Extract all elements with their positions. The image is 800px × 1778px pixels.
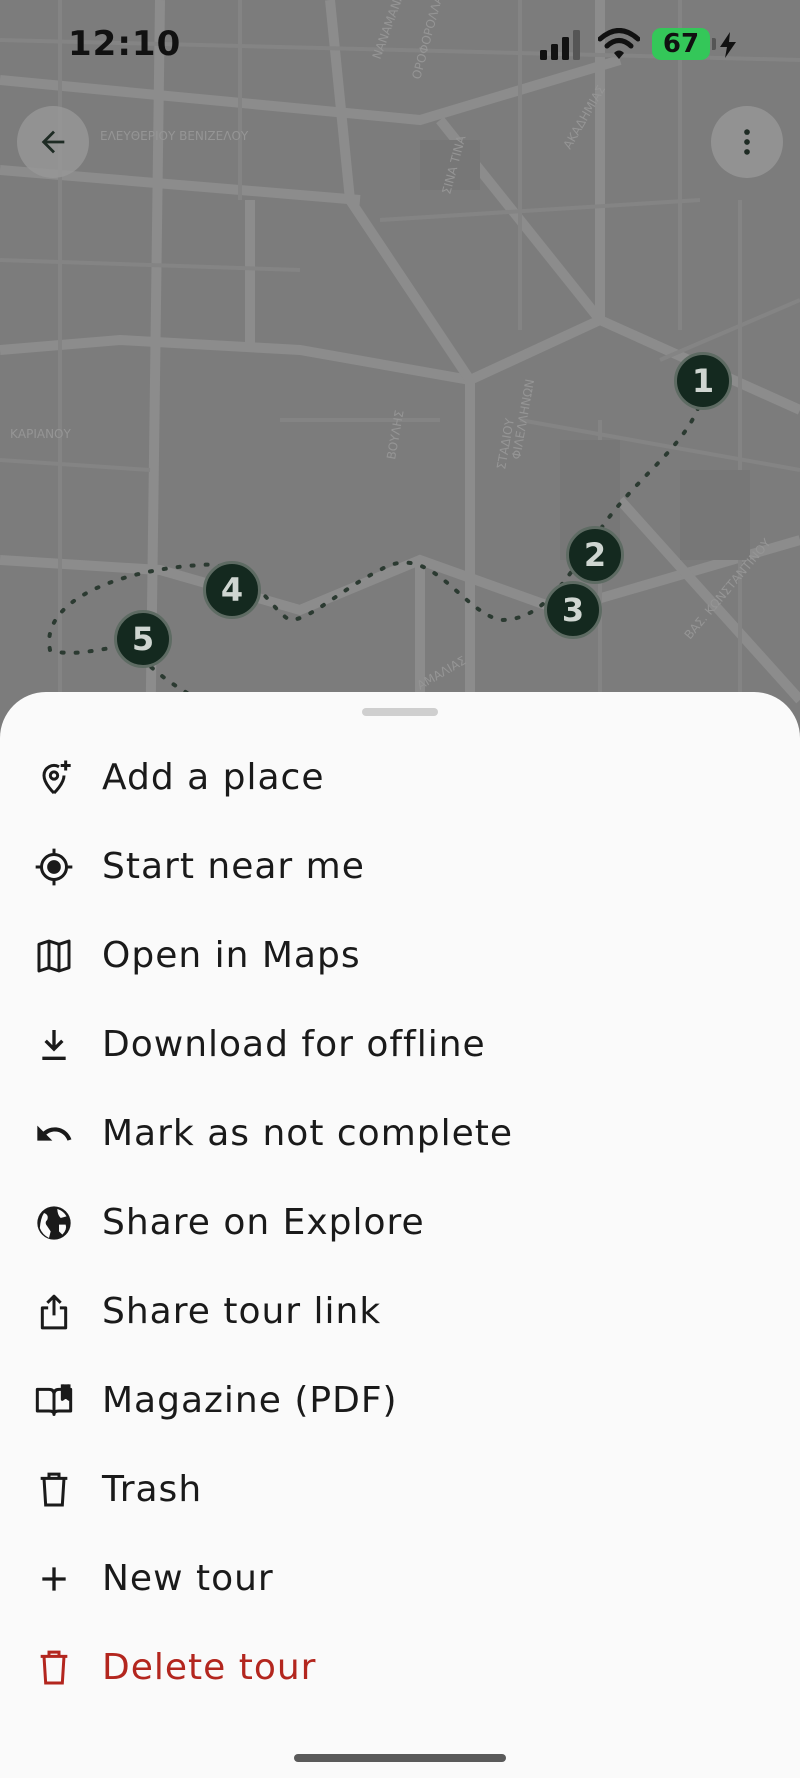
delete-icon (32, 1646, 76, 1690)
map-marker-5[interactable]: 5 (114, 610, 172, 668)
menu-item-label: Add a place (102, 757, 325, 798)
my-location-icon (32, 845, 76, 889)
more-vert-icon (744, 129, 750, 155)
menu-item-new-tour[interactable]: New tour (0, 1534, 800, 1623)
map-marker-3[interactable]: 3 (544, 581, 602, 639)
marker-number: 2 (583, 536, 607, 574)
arrow-back-icon (41, 130, 65, 154)
wifi-icon (598, 28, 640, 59)
battery-tip (712, 38, 716, 50)
status-time: 12:10 (68, 24, 182, 64)
menu-item-start-near-me[interactable]: Start near me (0, 822, 800, 911)
sheet-drag-handle[interactable] (362, 708, 438, 716)
map-marker-1[interactable]: 1 (674, 352, 732, 410)
menu-item-share-tour-link[interactable]: Share tour link (0, 1267, 800, 1356)
menu-item-label: Delete tour (102, 1647, 317, 1688)
trash-icon (32, 1468, 76, 1512)
menu-item-delete-tour[interactable]: Delete tour (0, 1623, 800, 1712)
marker-number: 5 (131, 620, 155, 658)
book-icon (32, 1379, 76, 1423)
menu-item-download-offline[interactable]: Download for offline (0, 1000, 800, 1089)
menu-item-open-in-maps[interactable]: Open in Maps (0, 911, 800, 1000)
menu-item-label: Mark as not complete (102, 1113, 514, 1154)
download-icon (32, 1023, 76, 1067)
menu-item-label: Magazine (PDF) (102, 1380, 398, 1421)
menu-item-label: Share tour link (102, 1291, 382, 1332)
map-marker-4[interactable]: 4 (203, 561, 261, 619)
menu-item-trash[interactable]: Trash (0, 1445, 800, 1534)
street-label: ΚΑΡΙΑΝΟΥ (10, 427, 71, 441)
undo-icon (32, 1112, 76, 1156)
marker-number: 3 (561, 591, 585, 629)
back-button[interactable] (17, 106, 89, 178)
home-indicator[interactable] (294, 1754, 506, 1762)
menu-item-label: Start near me (102, 846, 365, 887)
share-icon (32, 1290, 76, 1334)
menu-item-label: Download for offline (102, 1024, 486, 1065)
marker-number: 1 (691, 362, 715, 400)
charging-bolt-icon (720, 32, 736, 58)
map-icon (32, 934, 76, 978)
menu-item-mark-not-complete[interactable]: Mark as not complete (0, 1089, 800, 1178)
more-options-button[interactable] (711, 106, 783, 178)
battery-indicator: 67 (652, 28, 710, 60)
menu-item-share-explore[interactable]: Share on Explore (0, 1178, 800, 1267)
menu-item-magazine-pdf[interactable]: Magazine (PDF) (0, 1356, 800, 1445)
marker-number: 4 (220, 571, 244, 609)
globe-icon (32, 1201, 76, 1245)
menu-item-label: Open in Maps (102, 935, 361, 976)
signal-icon (540, 30, 580, 60)
menu-item-label: Trash (102, 1469, 203, 1510)
menu-item-label: Share on Explore (102, 1202, 425, 1243)
menu-item-label: New tour (102, 1558, 274, 1599)
menu-item-add-place[interactable]: Add a place (0, 733, 800, 822)
add-location-icon (32, 756, 76, 800)
plus-icon (32, 1557, 76, 1601)
battery-level: 67 (662, 29, 700, 59)
status-bar: 12:10 67 (0, 0, 800, 92)
options-bottom-sheet: Add a place Start near me Open in Maps D… (0, 692, 800, 1778)
map-marker-2[interactable]: 2 (566, 526, 624, 584)
street-label: ΕΛΕΥΘΕΡΙΟΥ ΒΕΝΙΖΕΛΟΥ (100, 129, 249, 143)
